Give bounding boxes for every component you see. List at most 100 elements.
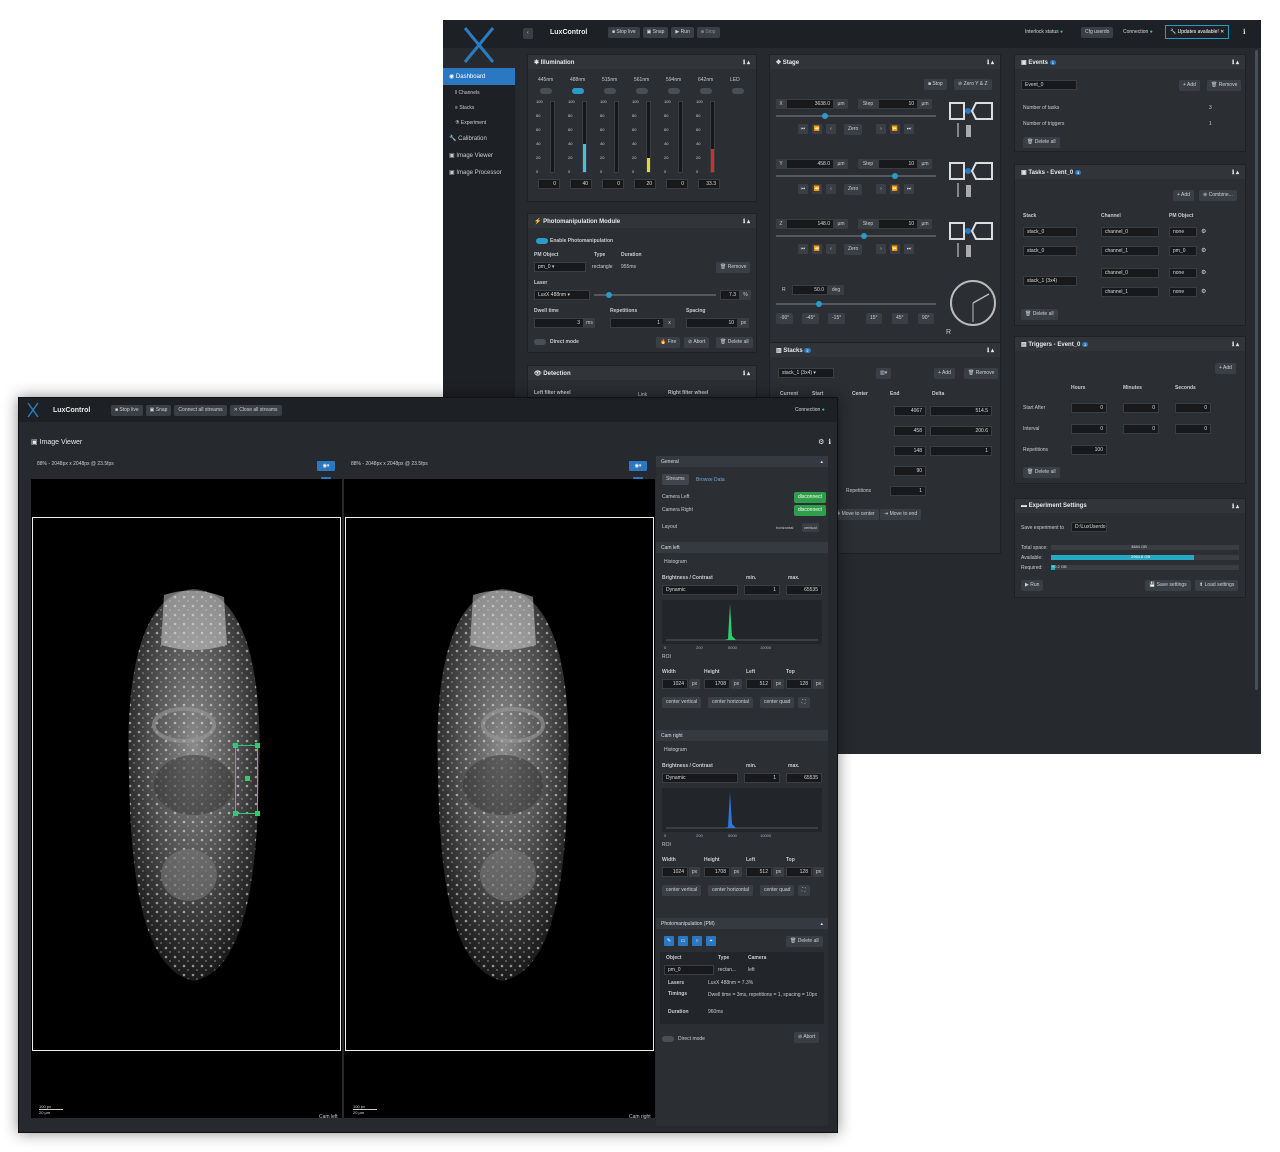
- move-back-button[interactable]: ‹: [826, 124, 836, 134]
- sidebar-item-channels[interactable]: ‖ Channels: [443, 85, 515, 100]
- left-camera-view[interactable]: [31, 479, 342, 1118]
- min-input[interactable]: 1: [744, 773, 780, 783]
- trigger-rep-input[interactable]: 100: [1071, 445, 1107, 455]
- sidebar-item-dashboard[interactable]: ◉ Dashboard: [443, 68, 515, 85]
- stacks-rep-input[interactable]: 1: [890, 486, 926, 496]
- camera-right-disconnect-button[interactable]: disconnect: [794, 505, 826, 516]
- stack-select[interactable]: stack_1 (3x4) ▾: [778, 368, 834, 378]
- delta-z[interactable]: 1: [930, 446, 992, 456]
- pm-delete-all-button[interactable]: 🗑 Delete all: [786, 936, 823, 947]
- laser-value-input[interactable]: 0: [538, 179, 560, 189]
- zero-button[interactable]: Zero: [844, 124, 863, 135]
- center-vertical-button[interactable]: center vertical: [662, 885, 702, 896]
- stop-button[interactable]: ■ Stop: [696, 27, 720, 38]
- contrast-mode-select[interactable]: Dynamic: [662, 585, 738, 595]
- config-badge[interactable]: Cfg userdo: [1081, 27, 1114, 38]
- snap-button[interactable]: ▣ Snap: [145, 405, 172, 416]
- center-quad-button[interactable]: center quad: [760, 697, 795, 708]
- task-settings-icon[interactable]: ⚙: [1201, 228, 1206, 235]
- contrast-mode-select[interactable]: Dynamic: [662, 773, 738, 783]
- left-view-menu-button[interactable]: ◉▾: [317, 461, 335, 471]
- stack-remove-button[interactable]: 🗑 Remove: [964, 368, 999, 379]
- rotate-button[interactable]: 45°: [892, 313, 908, 324]
- save-path-input[interactable]: D:\LuxUserdo: [1071, 522, 1107, 532]
- task-stack-select[interactable]: stack_0: [1023, 227, 1077, 237]
- draw-point-icon[interactable]: ⌖: [706, 936, 716, 946]
- event-select[interactable]: Event_0: [1021, 80, 1077, 90]
- layout-vertical-button[interactable]: vertical: [802, 523, 819, 532]
- roi-fullscreen-icon[interactable]: ⛶: [798, 697, 810, 708]
- move-back-button[interactable]: ⏮: [798, 124, 808, 134]
- center-quad-button[interactable]: center quad: [760, 885, 795, 896]
- roi-input[interactable]: 1024: [662, 679, 688, 689]
- task-settings-icon[interactable]: ⚙: [1201, 247, 1206, 254]
- end-y[interactable]: 458: [894, 426, 926, 436]
- window-scrollbar[interactable]: [1255, 50, 1258, 690]
- histogram-plot[interactable]: [662, 788, 822, 832]
- pm-abort-button[interactable]: ⊘ Abort: [794, 1032, 820, 1043]
- move-forward-button[interactable]: ⏭: [904, 184, 914, 194]
- slider-knob[interactable]: [822, 113, 829, 119]
- repetitions-input[interactable]: 1: [610, 318, 664, 328]
- roi-input[interactable]: 128: [786, 867, 812, 877]
- event-add-button[interactable]: + Add: [1179, 80, 1200, 91]
- move-back-button[interactable]: ‹: [826, 244, 836, 254]
- triggers-delete-all-button[interactable]: 🗑 Delete all: [1023, 467, 1060, 478]
- cam-section-header[interactable]: Cam left: [656, 542, 828, 553]
- sidebar-item-experiment[interactable]: ⚗ Experiment: [443, 115, 515, 130]
- draw-pen-icon[interactable]: ✎: [664, 936, 674, 946]
- stack-add-button[interactable]: + Add: [934, 368, 955, 379]
- fire-button[interactable]: 🔥 Fire: [656, 337, 681, 348]
- laser-toggle[interactable]: [540, 88, 552, 94]
- collapse-button[interactable]: ‹: [523, 28, 533, 39]
- laser-toggle[interactable]: [668, 88, 680, 94]
- pm-roi-rectangle[interactable]: [233, 743, 260, 816]
- move-back-button[interactable]: ⏮: [798, 244, 808, 254]
- laser-value-input[interactable]: 33.3: [698, 179, 720, 189]
- move-forward-button[interactable]: ›: [876, 184, 886, 194]
- laser-power-input[interactable]: 7.3: [720, 290, 740, 300]
- axis-position-input[interactable]: 458.0: [786, 159, 834, 169]
- center-horizontal-button[interactable]: center horizontal: [708, 885, 753, 896]
- direct-mode-toggle[interactable]: [662, 1036, 674, 1042]
- rotate-button[interactable]: -15°: [828, 313, 846, 324]
- rotate-button[interactable]: 90°: [918, 313, 934, 324]
- remove-pm-button[interactable]: 🗑 Remove: [716, 262, 751, 273]
- right-view-menu-button[interactable]: ◉▾: [629, 461, 647, 471]
- roi-fullscreen-icon[interactable]: ⛶: [798, 885, 810, 896]
- connect-streams-button[interactable]: Connect all streams: [174, 405, 227, 416]
- roi-input[interactable]: 128: [786, 679, 812, 689]
- snap-button[interactable]: ▣ Snap: [642, 27, 669, 38]
- task-combine-button[interactable]: ⊕ Combine...: [1199, 190, 1237, 201]
- laser-level-bar[interactable]: [582, 101, 587, 173]
- interval-hours[interactable]: 0: [1071, 424, 1107, 434]
- roi-input[interactable]: 512: [746, 867, 772, 877]
- axis-position-input[interactable]: 3638.0: [786, 99, 834, 109]
- tasks-delete-all-button[interactable]: 🗑 Delete all: [1021, 309, 1058, 320]
- interval-seconds[interactable]: 0: [1175, 424, 1211, 434]
- delta-y[interactable]: 200.6: [930, 426, 992, 436]
- move-forward-button[interactable]: ⏩: [890, 124, 900, 134]
- info-icon[interactable]: ℹ: [1243, 28, 1246, 36]
- cam-section-header[interactable]: Cam right: [656, 730, 828, 741]
- end-z[interactable]: 148: [894, 446, 926, 456]
- task-channel-select[interactable]: channel_1: [1101, 287, 1159, 297]
- roi-input[interactable]: 1708: [704, 679, 730, 689]
- move-forward-button[interactable]: ›: [876, 244, 886, 254]
- axis-slider[interactable]: [776, 173, 936, 179]
- move-back-button[interactable]: ⏮: [798, 184, 808, 194]
- step-input[interactable]: 10: [878, 99, 918, 109]
- task-pm-select[interactable]: none: [1169, 268, 1197, 278]
- laser-value-input[interactable]: 0: [666, 179, 688, 189]
- task-pm-select[interactable]: none: [1169, 287, 1197, 297]
- laser-toggle[interactable]: [636, 88, 648, 94]
- abort-button[interactable]: ⊘ Abort: [684, 337, 710, 348]
- move-forward-button[interactable]: ⏭: [904, 244, 914, 254]
- stage-stop-button[interactable]: ■ Stop: [924, 79, 947, 90]
- histogram-plot[interactable]: [662, 600, 822, 644]
- task-pm-select[interactable]: pm_0: [1169, 246, 1197, 256]
- roi-input[interactable]: 512: [746, 679, 772, 689]
- pm-header[interactable]: Photomanipulation (PM) ▴: [656, 918, 828, 929]
- layout-horizontal-button[interactable]: horizontal: [776, 525, 793, 530]
- rotate-button[interactable]: 15°: [866, 313, 882, 324]
